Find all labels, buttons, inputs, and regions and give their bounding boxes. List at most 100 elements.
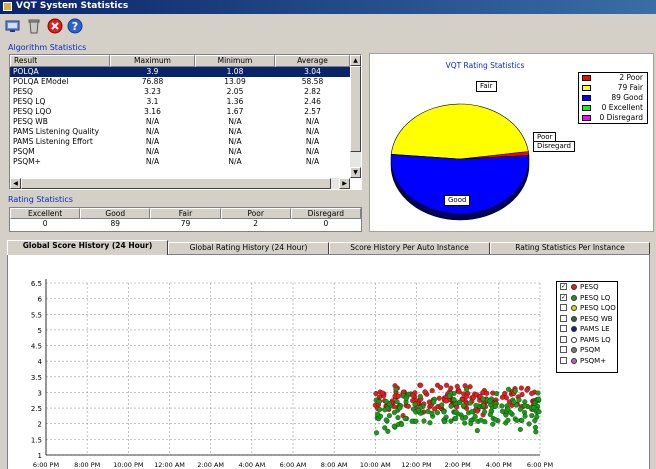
series-checkbox[interactable] [560,346,567,353]
pie-legend-item: 0 Excellent [579,103,647,113]
table-row[interactable]: PSQM N/A N/A N/A [10,147,350,157]
series-checkbox[interactable] [560,314,567,322]
legend-item-psqm[interactable]: PSQM [557,345,617,356]
rating-fair-value: 79 [180,219,191,228]
score-point-pesq-lq [417,393,423,400]
algorithm-statistics-table[interactable]: Result Maximum Minimum Average POLQA 3.9 1… [9,54,362,190]
result-name-cell: PSQM [13,147,35,156]
score-point-pesq-lq [478,417,484,423]
toolbar: ? [0,15,656,37]
score-point-pesq-lq [499,408,505,414]
score-point-pesq [444,382,450,388]
vqt-system-statistics-window: VQT System Statistics ? Algorithm Statis… [0,0,656,469]
score-point-pesq-lq [517,406,523,412]
score-point-pesq-lq [529,413,535,419]
algorithm-table-body: POLQA 3.9 1.08 3.04 POLQA EModel 76.88 13.09 58… [10,67,350,189]
column-header-maximum[interactable]: Maximum [110,55,195,67]
series-checkbox[interactable] [560,325,567,332]
score-point-pesq-lq [431,399,437,405]
stat-value-cell: 13.09 [224,77,246,86]
stat-value-cell: N/A [305,137,320,146]
table-row[interactable]: PESQ 3.23 2.05 2.82 [10,87,350,97]
scroll-up-button[interactable]: ▲ [350,55,361,66]
score-point-pesq-lq [536,396,542,402]
y-tick-label: 3.5 [31,374,42,382]
legend-item-psqm-[interactable]: PSQM+ [557,356,617,367]
score-point-pesq-lq [397,405,403,411]
score-point-pesq [499,394,505,400]
series-checkbox[interactable] [560,356,567,364]
x-tick-label: 10:00 PM [113,461,143,469]
score-point-pesq-lq [427,420,433,426]
stat-value-cell [275,167,350,177]
tab-rating-statistics-per-instance[interactable]: Rating Statistics Per Instance [490,242,650,254]
legend-swatch [582,95,591,101]
tab-global-score-history-24-hour[interactable]: Global Score History (24 Hour) [7,240,168,255]
score-point-pesq-lq [519,417,525,424]
trash-icon[interactable] [25,17,43,35]
legend-item-pesq[interactable]: ✓ PESQ [557,282,617,293]
score-point-pesq-lq [472,414,478,420]
vertical-scrollbar[interactable]: ▲ ▼ [350,55,361,178]
stat-value-cell: 1.67 [226,107,244,116]
table-row[interactable]: PAMS Listening Effort N/A N/A N/A [10,137,350,147]
stat-value-cell: N/A [305,157,320,166]
tab-score-history-per-auto-instance[interactable]: Score History Per Auto Instance [329,242,490,254]
column-header-minimum[interactable]: Minimum [195,55,275,67]
score-point-pesq [524,387,530,393]
legend-item-pams-le[interactable]: PAMS LE [557,324,617,335]
legend-item-pesq-wb[interactable]: PESQ WB [557,314,617,325]
legend-item-pesq-lq[interactable]: ✓ PESQ LQ [557,293,617,304]
score-point-pesq-lq [382,407,388,413]
score-point-pesq-lq [469,409,475,415]
score-point-pesq-lq [493,403,499,409]
y-tick-label: 1.5 [31,436,42,444]
score-point-pesq-lq [383,417,389,423]
tab-global-rating-history-24-hour[interactable]: Global Rating History (24 Hour) [168,242,329,254]
help-icon[interactable]: ? [66,17,84,35]
table-row[interactable] [10,167,350,177]
scroll-thumb-horizontal[interactable] [21,178,331,189]
series-color-dot [571,347,577,353]
scroll-right-button[interactable]: ▶ [339,178,350,189]
legend-item-pams-lq[interactable]: PAMS LQ [557,335,617,346]
scroll-down-button[interactable]: ▼ [350,167,361,178]
column-header-result[interactable]: Result [10,55,110,67]
horizontal-scrollbar[interactable]: ◀ ▶ [10,178,350,189]
result-name-cell: PAMS Listening Quality [13,127,100,136]
table-row[interactable]: PESQ LQ 3.1 1.36 2.46 [10,97,350,107]
table-row[interactable]: PAMS Listening Quality N/A N/A N/A [10,127,350,137]
stat-value-cell: 58.58 [301,77,324,86]
table-row[interactable]: POLQA EModel 76.88 13.09 58.58 [10,77,350,87]
legend-item-pesq-lqo[interactable]: PESQ LQO [557,303,617,314]
stat-value-cell: 76.88 [141,77,164,86]
series-legend: ✓ PESQ ✓ PESQ LQ PESQ LQO PESQ WB PAMS LE PAMS … [556,281,618,373]
scroll-left-button[interactable]: ◀ [10,178,21,189]
scroll-thumb[interactable] [350,66,361,152]
score-point-pesq-lq [439,402,445,408]
close-icon[interactable] [46,17,64,35]
score-point-pesq-lq [468,420,474,426]
app-icon [3,2,12,11]
table-row[interactable]: POLQA 3.9 1.08 3.04 [10,67,350,77]
score-point-pesq-lq [536,409,542,415]
series-checkbox[interactable] [560,304,567,311]
result-name-cell: POLQA EModel [13,77,69,86]
table-row[interactable]: PESQ WB N/A N/A N/A [10,117,350,127]
score-point-pesq-lq [532,418,538,424]
score-point-pesq-lq [441,409,447,415]
statistics-icon[interactable] [4,17,22,35]
table-row[interactable]: PSQM+ N/A N/A N/A [10,157,350,167]
score-point-pesq-lq [382,425,388,431]
series-checkbox[interactable] [560,335,567,343]
stat-value-cell: N/A [145,157,160,166]
stat-value-cell: N/A [145,137,160,146]
column-header-average[interactable]: Average [275,55,350,67]
table-row[interactable]: PESQ LQO 3.16 1.67 2.57 [10,107,350,117]
series-label: PESQ LQ [580,293,611,302]
series-label: PAMS LQ [580,335,611,344]
svg-text:?: ? [72,20,78,33]
score-point-pesq-lq [526,421,532,427]
series-checkbox[interactable]: ✓ [560,293,567,301]
series-checkbox[interactable]: ✓ [560,283,567,290]
